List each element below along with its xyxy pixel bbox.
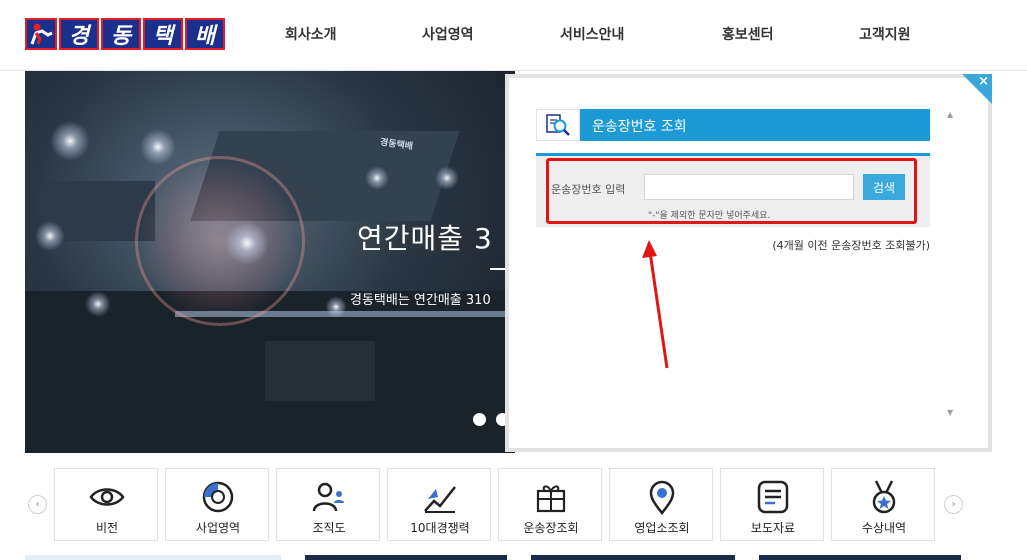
- quick-item-awards[interactable]: 수상내역: [831, 468, 935, 541]
- slider-dot-1[interactable]: [473, 413, 486, 426]
- logo-mark-icon: [25, 18, 57, 50]
- bottom-banner: [759, 555, 961, 560]
- quick-item-label: 10대경쟁력: [410, 521, 470, 535]
- logo-char: 배: [185, 18, 225, 50]
- quick-next-button[interactable]: ›: [944, 495, 963, 514]
- popup-scrollbar[interactable]: ▲ ▼: [943, 108, 961, 428]
- tracking-note: (4개월 이전 운송장번호 조회불가): [772, 239, 930, 252]
- annotation-arrow-icon: [642, 240, 669, 369]
- tracking-title: 운송장번호 조회: [592, 119, 687, 135]
- logo-char: 경: [59, 18, 99, 50]
- quick-item-press[interactable]: 보도자료: [720, 468, 824, 541]
- medal-icon: [872, 480, 896, 514]
- hero-light: [225, 221, 269, 265]
- nav-item-business[interactable]: 사업영역: [422, 24, 474, 44]
- hero-light: [365, 166, 389, 190]
- logo[interactable]: 경 동 택 배: [25, 18, 227, 50]
- hero-light: [140, 129, 176, 165]
- tracking-header-iconbox: [536, 109, 580, 141]
- quick-item-label: 수상내역: [861, 521, 907, 535]
- annotation-highlight-box: [546, 158, 917, 224]
- site-header: 경 동 택 배 회사소개 사업영역 서비스안내 홍보센터 고객지원: [0, 0, 1027, 70]
- hero-light: [50, 121, 90, 161]
- quick-item-label: 조직도: [312, 521, 346, 535]
- document-icon: [757, 480, 789, 514]
- logo-text: 경 동 택 배: [59, 18, 227, 50]
- scroll-down-icon[interactable]: ▼: [947, 408, 953, 417]
- nav-item-pr-center[interactable]: 홍보센터: [722, 24, 774, 44]
- quick-item-branch-search[interactable]: 영업소조회: [609, 468, 713, 541]
- growth-chart-icon: [424, 486, 456, 513]
- chevron-right-icon: ›: [951, 499, 956, 510]
- popup-close-button[interactable]: ×: [962, 74, 992, 104]
- tracking-header: 운송장번호 조회: [536, 109, 930, 141]
- scroll-up-icon[interactable]: ▲: [947, 110, 953, 119]
- quick-item-organization[interactable]: 조직도: [276, 468, 380, 541]
- chevron-left-icon: ‹: [35, 499, 40, 510]
- hero-light: [435, 166, 459, 190]
- map-pin-icon: [649, 480, 675, 515]
- quick-item-tracking[interactable]: 운송장조회: [498, 468, 602, 541]
- quick-item-business[interactable]: 사업영역: [165, 468, 269, 541]
- quick-menu: ‹ 비전 사업영역 조직도 10대경쟁력 운송장조회 영업소조회 보도자료 수상…: [0, 460, 1027, 548]
- quick-item-label: 보도자료: [750, 521, 796, 535]
- nav-item-support[interactable]: 고객지원: [859, 24, 911, 44]
- hero-slider: 경동택배 연간매출 3 경동택배는 연간매출 310: [25, 71, 515, 453]
- nav-item-company[interactable]: 회사소개: [285, 24, 337, 44]
- gift-box-icon: [536, 485, 566, 513]
- hero-truck: [265, 341, 375, 401]
- hero-lens-flare: [135, 156, 305, 326]
- pie-chart-icon: [202, 481, 234, 513]
- close-icon: ×: [978, 74, 989, 89]
- quick-item-label: 영업소조회: [634, 521, 690, 535]
- quick-item-label: 운송장조회: [523, 521, 579, 535]
- logo-char: 동: [101, 18, 141, 50]
- quick-item-label: 사업영역: [195, 521, 241, 535]
- tracking-popup: × 운송장번호 조회 운송장번호 입력 검색 "-"을 제외한 문자만 넣어주세…: [505, 74, 992, 452]
- quick-item-label: 비전: [95, 521, 119, 535]
- hero-title: 연간매출 3: [357, 222, 493, 255]
- document-search-icon: [546, 114, 570, 136]
- quick-item-competitiveness[interactable]: 10대경쟁력: [387, 468, 491, 541]
- quick-item-vision[interactable]: 비전: [54, 468, 158, 541]
- hero-subtitle: 경동택배는 연간매출 310: [350, 293, 491, 308]
- people-icon: [312, 482, 344, 512]
- bottom-banner: [305, 555, 507, 560]
- eye-icon: [89, 488, 125, 506]
- logo-char: 택: [143, 18, 183, 50]
- hero-light: [325, 296, 347, 318]
- hero-light: [85, 291, 111, 317]
- hero-light: [35, 221, 65, 251]
- quick-prev-button[interactable]: ‹: [28, 495, 47, 514]
- bottom-banner: [531, 555, 735, 560]
- nav-item-service[interactable]: 서비스안내: [560, 24, 624, 44]
- bottom-banner: [25, 555, 281, 560]
